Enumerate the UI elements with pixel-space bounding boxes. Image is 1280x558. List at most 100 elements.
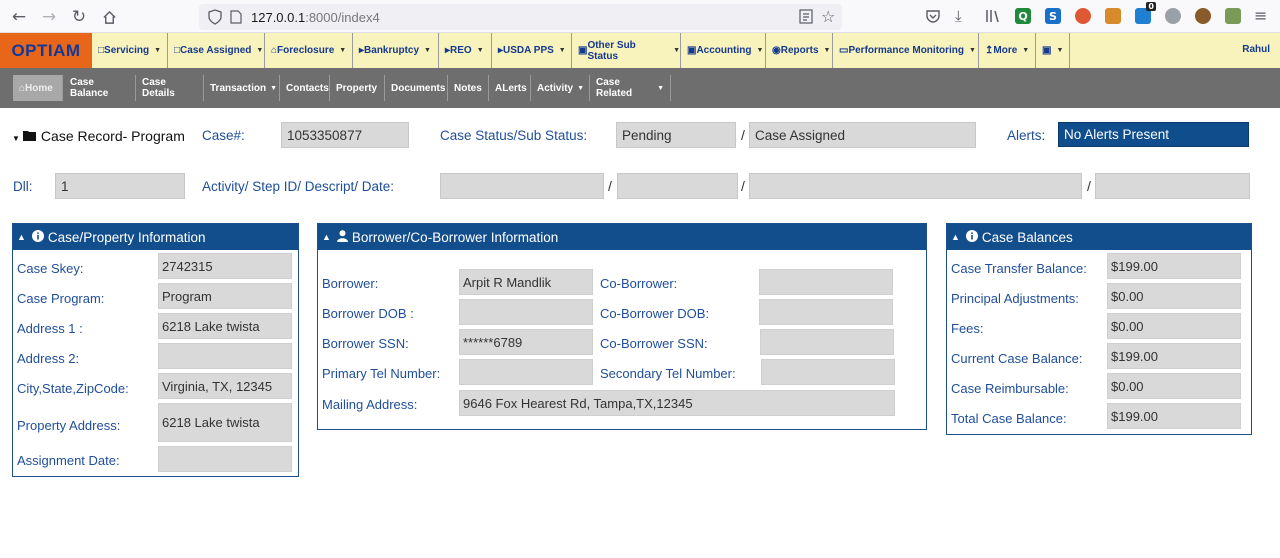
- secondary-tel-field[interactable]: [761, 359, 895, 385]
- menu-hamburger-icon[interactable]: ≡: [1254, 6, 1267, 25]
- case-program-field[interactable]: Program: [158, 283, 292, 309]
- bookmark-star-icon[interactable]: ☆: [821, 7, 835, 26]
- property-address-field[interactable]: 6218 Lake twista: [158, 403, 292, 442]
- fees-field[interactable]: $0.00: [1107, 313, 1241, 339]
- subnav-case-related[interactable]: Case Related ▼: [590, 75, 671, 101]
- extension-brush-icon[interactable]: [1105, 8, 1121, 24]
- reader-view-icon[interactable]: [799, 9, 813, 29]
- mailing-address-field[interactable]: 9646 Fox Hearest Rd, Tampa,TX,12345: [459, 390, 895, 416]
- menu-bankruptcy[interactable]: ▸ Bankruptcy ▼: [353, 33, 439, 68]
- menu-bankruptcy-label: Bankruptcy: [364, 45, 420, 56]
- download-icon[interactable]: ⤓: [955, 7, 962, 25]
- current-case-balance-field[interactable]: $199.00: [1107, 343, 1241, 369]
- case-number-field[interactable]: 1053350877: [281, 122, 409, 148]
- forward-icon[interactable]: →: [38, 6, 60, 28]
- activity-date-field[interactable]: [1095, 173, 1250, 199]
- duckduckgo-icon[interactable]: [1075, 8, 1091, 24]
- principal-adjustments-field[interactable]: $0.00: [1107, 283, 1241, 309]
- activity-label: Activity/ Step ID/ Descript/ Date:: [202, 179, 395, 194]
- subnav-property[interactable]: Property: [330, 75, 385, 101]
- case-property-panel-title: Case/Property Information: [47, 229, 206, 245]
- chevron-down-icon: ▼: [339, 47, 347, 54]
- chevron-down-icon: ▼: [969, 47, 976, 54]
- globe-icon[interactable]: [1165, 8, 1181, 24]
- menu-media[interactable]: ▣ ▼: [1036, 33, 1070, 68]
- case-record-title-label: Case Record- Program: [40, 128, 185, 144]
- folder-icon: [22, 128, 36, 144]
- menu-case-assigned[interactable]: □ Case Assigned ▼: [168, 33, 265, 68]
- assignment-date-field[interactable]: [158, 446, 292, 472]
- menu-reo[interactable]: ▸ REO ▼: [439, 33, 492, 68]
- subnav-alerts[interactable]: ALerts: [489, 75, 531, 101]
- reload-icon[interactable]: ↻: [68, 6, 90, 28]
- subnav-documents[interactable]: Documents: [385, 75, 448, 101]
- subnav-transaction[interactable]: Transaction ▼: [204, 75, 280, 101]
- menu-usda-pps[interactable]: ▸ USDA PPS ▼: [492, 33, 572, 68]
- cookie-icon[interactable]: [1195, 8, 1211, 24]
- case-record-title[interactable]: ▼ Case Record- Program: [12, 128, 185, 144]
- menu-other-sub-status[interactable]: ▣ Other Sub Status ▼: [572, 33, 681, 68]
- subnav-activity[interactable]: Activity ▼: [531, 75, 590, 101]
- user-icon: [336, 229, 348, 245]
- back-icon[interactable]: ←: [8, 6, 30, 28]
- city-state-zip-field[interactable]: Virginia, TX, 12345: [158, 373, 292, 399]
- user-name[interactable]: Rahul: [1242, 44, 1270, 55]
- dil-field[interactable]: 1: [55, 173, 185, 199]
- case-status-field[interactable]: Pending: [616, 122, 736, 148]
- library-icon[interactable]: [985, 8, 1001, 29]
- case-reimbursable-field[interactable]: $0.00: [1107, 373, 1241, 399]
- home-icon[interactable]: [98, 6, 120, 28]
- menu-reports[interactable]: ◉ Reports ▼: [766, 33, 833, 68]
- chevron-down-icon: ▼: [1022, 47, 1030, 54]
- co-borrower-field[interactable]: [759, 269, 893, 295]
- property-address-label: Property Address:: [17, 418, 121, 433]
- address-1-field[interactable]: 6218 Lake twista: [158, 313, 292, 339]
- borrower-ssn-field[interactable]: ******6789: [459, 329, 593, 355]
- subnav-home[interactable]: ⌂ Home: [13, 75, 63, 101]
- alerts-field[interactable]: No Alerts Present: [1058, 122, 1249, 147]
- activity-field[interactable]: [440, 173, 604, 199]
- dil-label: Dll:: [13, 179, 33, 194]
- subnav-case-balance-label: Case Balance: [70, 77, 109, 99]
- address-2-field[interactable]: [158, 343, 292, 369]
- borrower-panel-header[interactable]: ▲ Borrower/Co-Borrower Information: [318, 224, 926, 250]
- chevron-down-icon: ▼: [154, 47, 162, 54]
- address-bar[interactable]: 127.0.0.1:8000/index4 ☆: [199, 4, 842, 30]
- chevron-down-icon: ▼: [424, 47, 431, 54]
- borrower-field[interactable]: Arpit R Mandlik: [459, 269, 593, 295]
- menu-reports-label: Reports: [780, 45, 819, 56]
- case-substatus-field[interactable]: Case Assigned: [749, 122, 976, 148]
- activity-separator-3: /: [1087, 178, 1091, 194]
- case-balances-panel-title: Case Balances: [981, 229, 1073, 245]
- primary-tel-field[interactable]: [459, 359, 593, 385]
- total-case-balance-field[interactable]: $199.00: [1107, 403, 1241, 429]
- case-transfer-balance-field[interactable]: $199.00: [1107, 253, 1241, 279]
- extension-s-icon[interactable]: S: [1045, 8, 1061, 24]
- co-borrower-ssn-field[interactable]: [760, 329, 894, 355]
- subnav-case-details[interactable]: Case Details: [136, 75, 204, 101]
- shield-icon[interactable]: [208, 9, 222, 30]
- subnav-notes-label: Notes: [454, 82, 482, 94]
- menu-foreclosure[interactable]: ⌂ Foreclosure ▼: [265, 33, 353, 68]
- menu-accounting[interactable]: ▣ Accounting ▼: [681, 33, 766, 68]
- menu-more[interactable]: ↥ More ▼: [979, 33, 1036, 68]
- co-borrower-dob-field[interactable]: [759, 299, 893, 325]
- subnav-case-balance[interactable]: Case Balance: [64, 75, 136, 101]
- menu-servicing[interactable]: □ Servicing ▼: [92, 33, 168, 68]
- extension-q-icon[interactable]: Q: [1015, 8, 1031, 24]
- description-field[interactable]: [749, 173, 1082, 199]
- menu-performance-monitoring[interactable]: ▭ Performance Monitoring ▼: [833, 33, 979, 68]
- step-id-field[interactable]: [617, 173, 738, 199]
- app-logo[interactable]: OPTIAM: [0, 33, 92, 68]
- borrower-dob-field[interactable]: [459, 299, 593, 325]
- url-text[interactable]: 127.0.0.1:8000/index4: [251, 10, 380, 25]
- extension-badge-icon[interactable]: 0: [1135, 2, 1156, 24]
- case-property-panel-header[interactable]: ▲ Case/Property Information: [13, 224, 298, 250]
- pocket-icon[interactable]: [925, 8, 941, 29]
- case-skey-field[interactable]: 2742315: [158, 253, 292, 279]
- chevron-down-icon: ▼: [823, 47, 831, 54]
- subnav-notes[interactable]: Notes: [448, 75, 489, 101]
- case-balances-panel-header[interactable]: ▲ Case Balances: [947, 224, 1251, 250]
- extension-misc-icon[interactable]: [1225, 8, 1241, 24]
- subnav-contacts[interactable]: Contacts: [280, 75, 330, 101]
